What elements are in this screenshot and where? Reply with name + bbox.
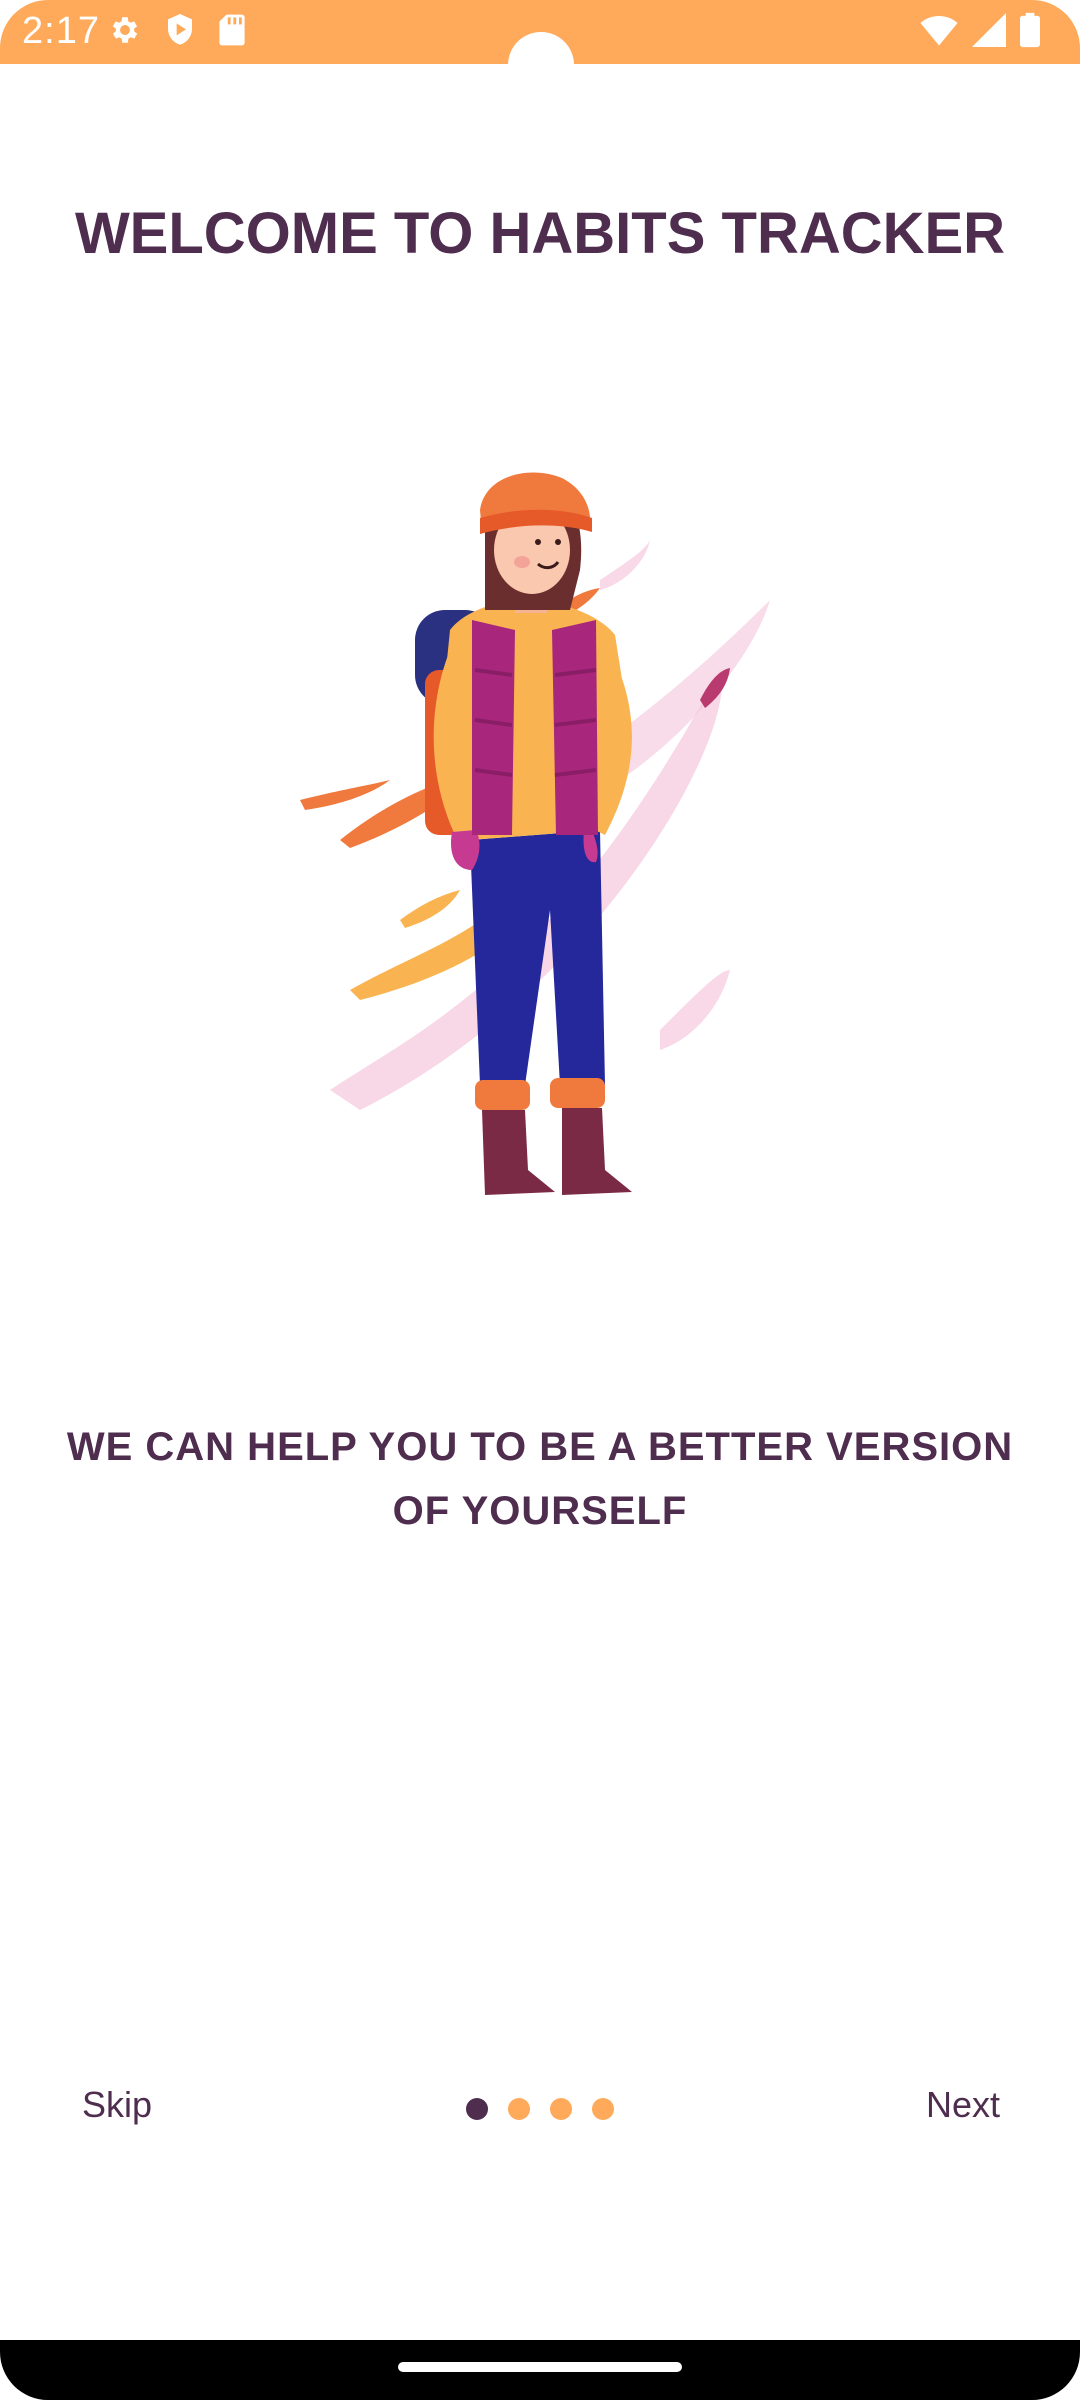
- gear-icon: [112, 17, 138, 43]
- sd-card-icon: [219, 14, 245, 46]
- camera-notch: [508, 32, 574, 98]
- page-dot-3: [550, 2098, 572, 2120]
- signal-icon: [972, 13, 1006, 47]
- status-time: 2:17: [22, 10, 100, 52]
- navigation-bar: [0, 2340, 1080, 2400]
- page-dot-2: [508, 2098, 530, 2120]
- home-indicator[interactable]: [398, 2362, 682, 2372]
- status-icons-right: [920, 12, 1040, 48]
- wifi-icon: [920, 15, 958, 46]
- page-dot-1-active: [466, 2098, 488, 2120]
- page-indicator: [466, 2098, 614, 2120]
- page-subtitle: WE CAN HELP YOU TO BE A BETTER VERSION O…: [66, 1425, 1014, 1533]
- page-dot-4: [592, 2098, 614, 2120]
- battery-icon: [1020, 12, 1040, 48]
- page-title: WELCOME TO HABITS TRACKER: [74, 201, 1006, 266]
- hiker-woman-illustration: [300, 472, 770, 1195]
- status-icons-left: [108, 12, 246, 48]
- shield-play-icon: [168, 14, 192, 45]
- next-button[interactable]: Next: [926, 2084, 1000, 2126]
- skip-button[interactable]: Skip: [82, 2084, 152, 2126]
